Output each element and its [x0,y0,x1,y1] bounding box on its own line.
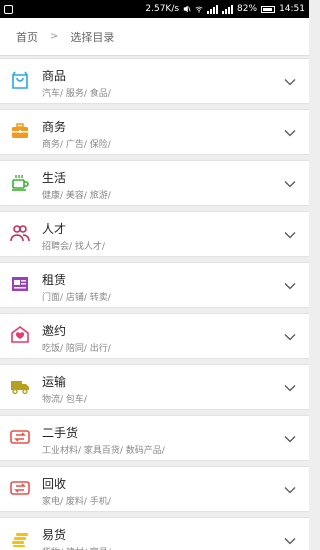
category-list: 商品汽车/ 服务/ 食品/商务商务/ 广告/ 保险/生活健康/ 美容/ 旅游/人… [0,58,309,550]
app-notification-icon [4,4,13,14]
category-subtitle: 家电/ 废料/ 手机/ [42,497,111,507]
category-title: 生活 [42,171,67,185]
recycle-icon [10,478,30,498]
category-title: 二手货 [42,426,79,440]
category-row[interactable]: 回收家电/ 废料/ 手机/ [0,466,309,512]
chevron-down-icon[interactable] [283,329,297,343]
status-right: 2.57K/s 82% 14:51 [145,4,305,14]
category-subtitle: 健康/ 美容/ 旅游/ [42,191,111,201]
category-title: 商品 [42,69,67,83]
category-subtitle: 吃饭/ 陪同/ 出行/ [42,344,111,354]
category-row[interactable]: 租赁门面/ 店铺/ 转卖/ [0,262,309,308]
breadcrumb-separator: > [50,31,59,42]
recycle-icon [10,427,30,447]
chevron-down-icon[interactable] [283,431,297,445]
category-subtitle: 招聘会/ 找人才/ [42,242,105,252]
category-subtitle: 货物/ 建材/ 家具/ [42,545,111,550]
breadcrumb-home[interactable]: 首页 [16,29,38,45]
chevron-down-icon[interactable] [283,74,297,88]
coffee-cup-icon [10,172,30,192]
clock: 14:51 [279,4,305,14]
chevron-down-icon[interactable] [283,482,297,496]
breadcrumb: 首页 > 选择目录 [0,18,309,56]
wifi-icon [195,6,203,13]
rental-icon [10,274,30,294]
category-title: 邀约 [42,324,67,338]
category-subtitle: 物流/ 包车/ [42,395,87,405]
category-subtitle: 工业材料/ 家具百货/ 数码产品/ [42,446,165,456]
category-row[interactable]: 人才招聘会/ 找人才/ [0,211,309,257]
status-left [4,4,145,14]
category-title: 商务 [42,120,67,134]
category-title: 易货 [42,528,67,542]
signal-icon [207,4,219,14]
chevron-down-icon[interactable] [283,176,297,190]
chevron-down-icon[interactable] [283,125,297,139]
shopping-bag-icon [10,70,30,90]
breadcrumb-current: 选择目录 [70,30,115,44]
category-row[interactable]: 生活健康/ 美容/ 旅游/ [0,160,309,206]
battery-icon [261,5,276,13]
briefcase-icon [10,121,30,141]
chevron-down-icon[interactable] [283,380,297,394]
chevron-down-icon[interactable] [283,533,297,547]
mute-icon [183,5,191,13]
signal-icon-2 [222,4,234,14]
category-title: 运输 [42,375,67,389]
category-title: 人才 [42,222,67,236]
category-row[interactable]: 二手货工业材料/ 家具百货/ 数码产品/ [0,415,309,461]
category-title: 租赁 [42,273,67,287]
status-bar: 2.57K/s 82% 14:51 [0,0,309,18]
battery-percent: 82% [237,4,258,14]
category-row[interactable]: 易货货物/ 建材/ 家具/ [0,517,309,550]
category-row[interactable]: 商品汽车/ 服务/ 食品/ [0,58,309,104]
coins-icon [10,529,30,549]
network-speed: 2.57K/s [145,4,180,14]
category-subtitle: 汽车/ 服务/ 食品/ [42,89,111,99]
truck-icon [10,376,30,396]
category-title: 回收 [42,477,67,491]
people-icon [10,223,30,243]
category-row[interactable]: 邀约吃饭/ 陪同/ 出行/ [0,313,309,359]
category-subtitle: 商务/ 广告/ 保险/ [42,140,111,150]
chevron-down-icon[interactable] [283,227,297,241]
category-subtitle: 门面/ 店铺/ 转卖/ [42,293,111,303]
category-row[interactable]: 运输物流/ 包车/ [0,364,309,410]
chevron-down-icon[interactable] [283,278,297,292]
invitation-icon [10,325,30,345]
category-row[interactable]: 商务商务/ 广告/ 保险/ [0,109,309,155]
